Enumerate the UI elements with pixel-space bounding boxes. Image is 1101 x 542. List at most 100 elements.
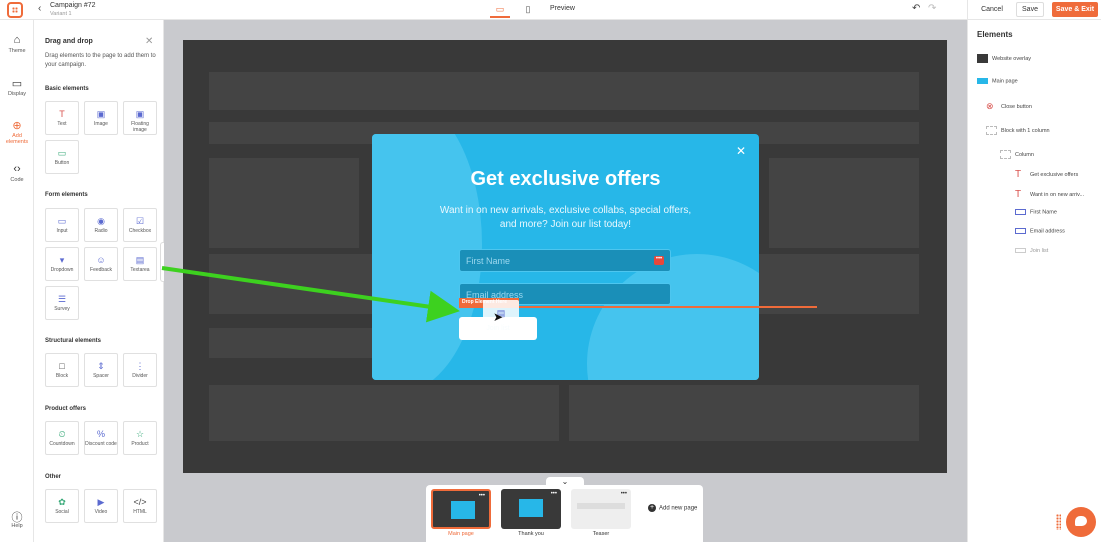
tile-label: Text: [57, 121, 67, 127]
elements-title: Elements: [977, 30, 1013, 39]
first-name-field[interactable]: First Name •••: [459, 249, 671, 272]
top-bar: ‹ Campaign #72 Variant 1 ▭ ▯ Preview ↶ ↷…: [0, 0, 1101, 20]
node-heading[interactable]: T Get exclusive offers: [1015, 170, 1078, 180]
app-logo-icon[interactable]: [7, 2, 23, 18]
product-icon: ☆: [135, 429, 145, 439]
save-button[interactable]: Save: [1016, 2, 1044, 17]
tile-textarea[interactable]: ▤ Textarea: [123, 247, 157, 281]
rail-help-label: Help: [11, 523, 23, 529]
tile-button[interactable]: ▭ Button: [45, 140, 79, 174]
desktop-view-icon[interactable]: ▭: [490, 2, 510, 18]
rail-display-label: Display: [7, 91, 27, 97]
node-paragraph[interactable]: T Want in on new arriv...: [1015, 190, 1085, 200]
tile-input[interactable]: ▭ Input: [45, 208, 79, 242]
popup-subtitle[interactable]: Want in on new arrivals, exclusive colla…: [438, 204, 693, 232]
tile-discount-code[interactable]: % Discount code: [84, 421, 118, 455]
tile-product[interactable]: ☆ Product: [123, 421, 157, 455]
tile-label: Input: [56, 228, 68, 234]
tile-spacer[interactable]: ⇕ Spacer: [84, 353, 118, 387]
tile-divider[interactable]: ⋮ Divider: [123, 353, 157, 387]
undo-icon[interactable]: ↶: [912, 3, 920, 14]
background-placeholder: [209, 72, 919, 110]
radio-icon: ◉: [97, 216, 105, 226]
node-website-overlay[interactable]: Website overlay: [977, 54, 1031, 63]
close-icon[interactable]: ✕: [145, 36, 153, 47]
rail-code-label: Code: [10, 177, 24, 183]
rail-help[interactable]: ⓘ Help: [0, 509, 34, 529]
tile-countdown[interactable]: ⏲ Countdown: [45, 421, 79, 455]
tile-text[interactable]: T Text: [45, 101, 79, 135]
node-email[interactable]: Email address: [1015, 228, 1065, 234]
topbar-divider: [967, 0, 968, 20]
thumb-preview: [451, 501, 475, 519]
survey-icon: ☰: [57, 294, 67, 304]
node-first-name[interactable]: First Name: [1015, 209, 1057, 215]
tile-html[interactable]: </> HTML: [123, 489, 157, 523]
rail-code[interactable]: ‹› Code: [0, 163, 34, 183]
countdown-icon: ⏲: [58, 429, 66, 439]
tile-feedback[interactable]: ☺ Feedback: [84, 247, 118, 281]
input-icon: ▭: [57, 216, 67, 226]
tile-social[interactable]: ✿ Social: [45, 489, 79, 523]
tile-label: Textarea: [130, 267, 150, 273]
more-options-icon[interactable]: •••: [654, 256, 664, 265]
node-label: Want in on new arriv...: [1030, 191, 1085, 198]
left-rail: ⌂ Theme ▭ Display ⊕ Add elements ‹› Code…: [0, 20, 34, 542]
tile-block[interactable]: □ Block: [45, 353, 79, 387]
section-other: Other: [45, 474, 62, 480]
more-icon[interactable]: •••: [551, 491, 557, 497]
more-icon[interactable]: •••: [621, 491, 627, 497]
page-thumb-main[interactable]: •••: [431, 489, 491, 529]
page-thumb-thank-you[interactable]: •••: [501, 489, 561, 529]
page-label-teaser: Teaser: [592, 531, 610, 537]
node-label: Main page: [992, 78, 1018, 85]
campaign-variant: Variant 1: [50, 11, 72, 17]
brush-icon: ⌂: [13, 34, 21, 46]
spacer-icon: ⇕: [97, 361, 105, 371]
node-block[interactable]: Block with 1 column: [986, 126, 1050, 135]
tile-video[interactable]: ▶ Video: [84, 489, 118, 523]
first-name-placeholder: First Name: [466, 256, 511, 266]
more-icon[interactable]: •••: [479, 493, 485, 499]
grip-icon[interactable]: [1056, 514, 1061, 530]
node-column[interactable]: Column: [1000, 150, 1034, 159]
node-label: Column: [1015, 151, 1034, 158]
popup[interactable]: ✕ Get exclusive offers Want in on new ar…: [372, 134, 759, 380]
background-placeholder: [769, 158, 919, 248]
mobile-view-icon[interactable]: ▯: [520, 2, 536, 18]
input-icon: [1015, 228, 1026, 234]
page-icon: [977, 78, 988, 84]
tile-label: HTML: [133, 509, 147, 515]
tile-image[interactable]: ▣ Image: [84, 101, 118, 135]
rail-add-elements[interactable]: ⊕ Add elements: [0, 119, 34, 145]
page-thumb-teaser[interactable]: •••: [571, 489, 631, 529]
node-join-list[interactable]: Join list: [1015, 248, 1048, 254]
block-icon: □: [59, 361, 65, 371]
back-chevron-icon[interactable]: ‹: [38, 3, 41, 14]
popup-close-icon[interactable]: ✕: [736, 144, 746, 158]
section-form: Form elements: [45, 192, 88, 198]
tile-floating-image[interactable]: ▣ Floating image: [123, 101, 157, 135]
tile-dropdown[interactable]: ▾ Dropdown: [45, 247, 79, 281]
page-label-thank-you: Thank you: [518, 531, 544, 537]
rail-theme[interactable]: ⌂ Theme: [0, 34, 34, 54]
tile-radio[interactable]: ◉ Radio: [84, 208, 118, 242]
tile-label: Dropdown: [50, 267, 74, 273]
social-icon: ✿: [58, 497, 66, 507]
node-main-page[interactable]: Main page: [977, 78, 1018, 84]
redo-icon[interactable]: ↷: [928, 3, 936, 14]
tile-label: Button: [54, 160, 70, 166]
drag-drop-panel: Drag and drop ✕ Drag elements to the pag…: [34, 20, 164, 542]
popup-heading[interactable]: Get exclusive offers: [372, 168, 759, 191]
chat-icon[interactable]: [1066, 507, 1096, 537]
elements-panel: Elements Website overlay Main page ⊗ Clos…: [967, 20, 1101, 542]
preview-button[interactable]: Preview: [550, 5, 575, 12]
cancel-button[interactable]: Cancel: [975, 2, 1009, 17]
tile-survey[interactable]: ☰ Survey: [45, 286, 79, 320]
add-new-page-button[interactable]: + Add new page: [648, 504, 697, 512]
node-close-button[interactable]: ⊗ Close button: [986, 102, 1032, 111]
tile-checkbox[interactable]: ☑ Checkbox: [123, 208, 157, 242]
save-exit-button[interactable]: Save & Exit: [1052, 2, 1098, 17]
background-placeholder: [209, 385, 559, 441]
rail-display[interactable]: ▭ Display: [0, 77, 34, 97]
